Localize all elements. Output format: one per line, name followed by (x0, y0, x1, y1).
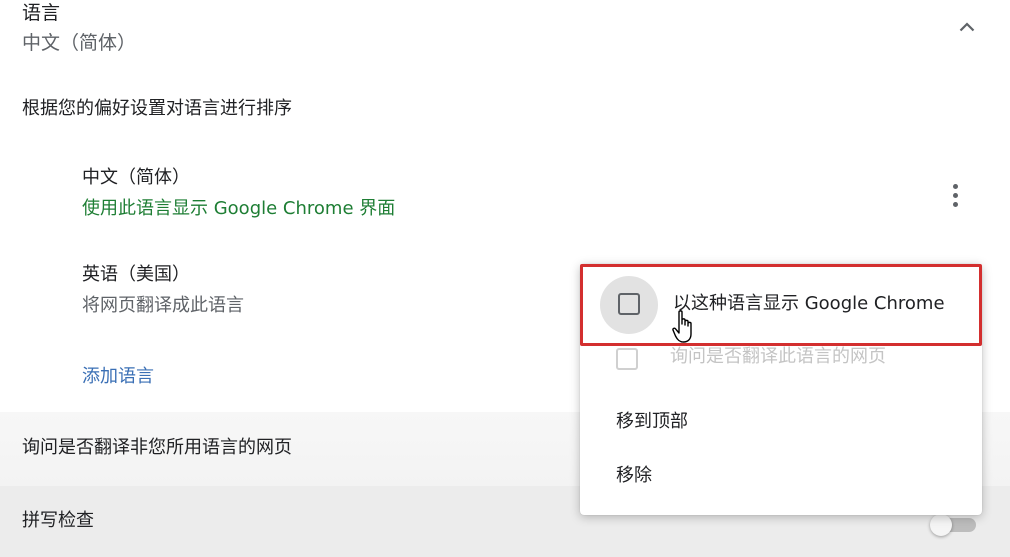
spellcheck-toggle[interactable] (930, 514, 978, 536)
language-context-menu: 以这种语言显示 Google Chrome 询问是否翻译此语言的网页 移到顶部 … (580, 264, 982, 515)
chevron-up-icon[interactable] (952, 12, 982, 42)
language-description: 使用此语言显示 Google Chrome 界面 (82, 198, 396, 219)
language-name: 中文（简体） (82, 167, 190, 188)
display-in-language-item[interactable]: 以这种语言显示 Google Chrome (580, 264, 982, 346)
language-name: 英语（美国） (82, 264, 190, 285)
more-vert-icon[interactable] (940, 178, 970, 212)
add-language-link[interactable]: 添加语言 (82, 365, 154, 389)
offer-translate-checkbox (616, 348, 638, 370)
remove-item[interactable]: 移除 (580, 455, 982, 499)
hand-pointer-cursor-icon (672, 310, 692, 343)
ask-translate-label: 询问是否翻译非您所用语言的网页 (22, 437, 292, 458)
move-to-top-item[interactable]: 移到顶部 (580, 401, 982, 445)
remove-label: 移除 (616, 465, 652, 486)
section-subtitle: 中文（简体） (22, 32, 137, 54)
display-in-language-checkbox[interactable] (618, 293, 640, 315)
spellcheck-label: 拼写检查 (22, 510, 94, 531)
offer-translate-label: 询问是否翻译此语言的网页 (670, 346, 886, 367)
sort-heading: 根据您的偏好设置对语言进行排序 (22, 98, 292, 119)
display-in-language-label: 以这种语言显示 Google Chrome (673, 293, 945, 314)
move-to-top-label: 移到顶部 (616, 411, 688, 432)
language-description: 将网页翻译成此语言 (82, 295, 244, 316)
section-title: 语言 (22, 2, 61, 24)
